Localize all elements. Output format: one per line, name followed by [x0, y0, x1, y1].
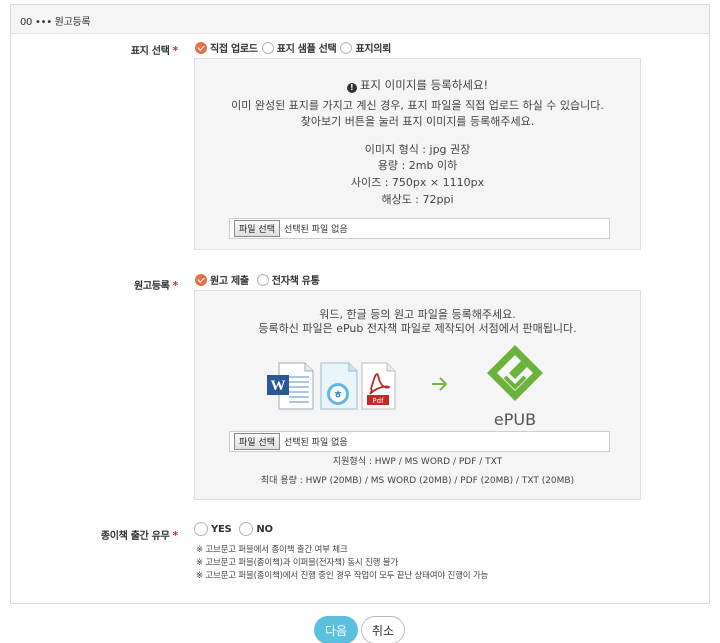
paper-option-no[interactable]: NO [239, 522, 273, 536]
cover-option-sample[interactable]: 표지 샘플 선택 [261, 40, 337, 55]
svg-text:ㅎ: ㅎ [333, 389, 342, 401]
manuscript-option-submit[interactable]: 원고 제출 [195, 272, 249, 287]
cover-option-direct-upload[interactable]: 직접 업로드 [195, 40, 258, 55]
cover-spec-size: 용량 : 2mb 이하 [377, 159, 458, 172]
pdf-icon-label: Pdf [372, 397, 384, 405]
radio-label: 전자책 유통 [271, 276, 320, 287]
manuscript-max-size: 최대 용량 : HWP (20MB) / MS WORD (20MB) / PD… [260, 476, 575, 486]
panel-header: 00 ••• 원고등록 [11, 5, 709, 34]
paper-note-2: ※ 고브문고 퍼블(종이책)과 이퍼블(전자책) 동시 진행 불가 [196, 558, 399, 568]
hangul-document-icon: ㅎ [320, 362, 358, 410]
paper-label: 종이책 출간 유무 * [80, 527, 178, 542]
epub-logo-icon: ePUB [487, 345, 543, 429]
manuscript-option-ebook[interactable]: 전자책 유통 [256, 272, 320, 287]
radio-label: 표지 샘플 선택 [276, 44, 337, 55]
radio-label: NO [256, 523, 273, 535]
radio-checked-icon[interactable] [195, 273, 207, 286]
cover-notice-title: 표지 이미지를 등록하세요! [359, 78, 489, 92]
cover-upload-box: ! 표지 이미지를 등록하세요! 이미 완성된 표지를 가지고 계신 경우, 표지… [194, 58, 641, 250]
paper-note-1: ※ 고브문고 퍼블에서 종이책 출간 여부 체크 [196, 545, 348, 555]
cover-desc-2: 찾아보기 버튼을 눌러 표지 이미지를 등록해주세요. [300, 115, 535, 128]
required-star: * [172, 529, 179, 542]
manuscript-file-status: 선택된 파일 없음 [283, 438, 348, 448]
manuscript-supported-formats: 지원형식 : HWP / MS WORD / PDF / TXT [332, 457, 503, 467]
radio-label: YES [211, 523, 232, 535]
cover-file-input[interactable]: 파일 선택 선택된 파일 없음 [229, 218, 610, 239]
epub-logo-label: ePUB [494, 410, 536, 429]
paper-radio-group: YES NO [194, 522, 277, 536]
cover-label-text: 표지 선택 [130, 46, 170, 57]
manuscript-radio-group: 원고 제출 전자책 유통 [195, 272, 323, 287]
svg-text:W: W [271, 378, 286, 394]
manuscript-label-text: 원고등록 [133, 281, 170, 292]
radio-icon[interactable] [256, 273, 269, 286]
cover-option-request[interactable]: 표지의뢰 [340, 40, 391, 55]
radio-icon[interactable] [261, 41, 274, 54]
exclamation-icon: ! [346, 82, 357, 93]
manuscript-file-input[interactable]: 파일 선택 선택된 파일 없음 [229, 431, 610, 452]
cover-notice: ! 표지 이미지를 등록하세요! [195, 77, 640, 93]
cover-file-status: 선택된 파일 없음 [283, 225, 348, 235]
arrow-right-icon [432, 377, 448, 391]
cover-desc-1: 이미 완성된 표지를 가지고 계신 경우, 표지 파일을 직접 업로드 하실 수… [231, 99, 604, 112]
required-star: * [172, 279, 179, 292]
radio-icon[interactable] [239, 522, 254, 536]
paper-option-yes[interactable]: YES [194, 522, 232, 536]
cover-spec-format: 이미지 형식 : jpg 권장 [364, 143, 471, 156]
radio-label: 직접 업로드 [210, 44, 258, 55]
cancel-button[interactable]: 취소 [361, 616, 405, 643]
cover-label: 표지 선택 * [110, 42, 179, 57]
word-document-icon: W [267, 362, 314, 410]
radio-label: 원고 제출 [210, 276, 249, 287]
manuscript-label: 원고등록 * [110, 277, 178, 292]
manuscript-upload-box: 워드, 한글 등의 원고 파일을 등록해주세요. 등록하신 파일은 ePub 전… [194, 290, 641, 500]
radio-icon[interactable] [340, 41, 353, 54]
radio-icon[interactable] [194, 522, 208, 536]
panel-title: 00 ••• 원고등록 [20, 17, 91, 28]
pdf-document-icon: Pdf [361, 362, 396, 410]
required-star: * [172, 44, 179, 57]
manuscript-desc-2: 등록하신 파일은 ePub 전자책 파일로 제작되어 서점에서 판매됩니다. [258, 322, 577, 335]
cover-radio-group: 직접 업로드 표지 샘플 선택 표지의뢰 [195, 40, 395, 55]
radio-checked-icon[interactable] [195, 41, 207, 54]
cover-spec-resolution: 해상도 : 72ppi [381, 193, 454, 206]
paper-label-text: 종이책 출간 유무 [100, 531, 170, 542]
radio-label: 표지의뢰 [355, 44, 392, 55]
paper-note-3: ※ 고브문고 퍼블(종이책)에서 진행 중인 경우 작업이 모두 끝난 상태여야… [196, 571, 489, 581]
cover-spec-dimension: 사이즈 : 750px × 1110px [350, 176, 485, 189]
next-button[interactable]: 다음 [314, 616, 358, 643]
manuscript-file-select-button[interactable]: 파일 선택 [234, 433, 280, 450]
cover-file-select-button[interactable]: 파일 선택 [234, 220, 280, 237]
